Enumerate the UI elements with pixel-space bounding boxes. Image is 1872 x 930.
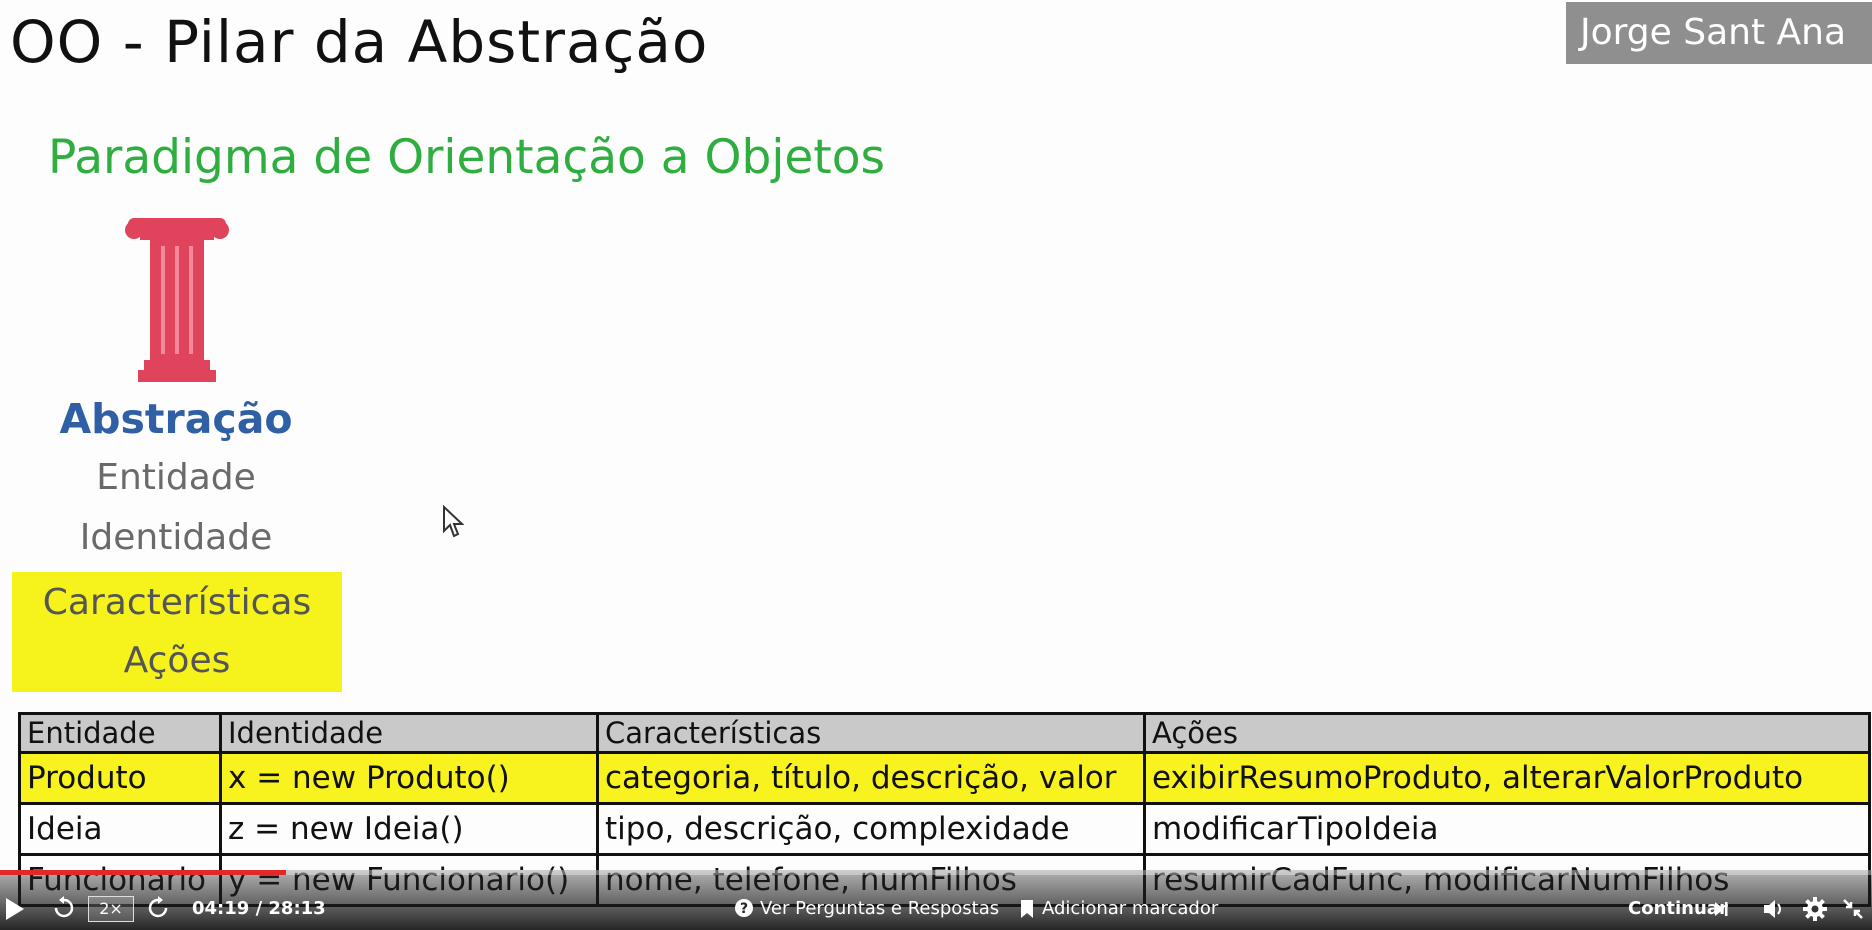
table-header-row: Entidade Identidade Características Açõe… [18, 712, 1871, 754]
pillar-item-caracteristicas: Características [42, 582, 312, 623]
pillar-list: Abstração Entidade Identidade [0, 390, 352, 568]
table-cell: z = new Ideia() [219, 802, 599, 856]
slide-subtitle: Paradigma de Orientação a Objetos [48, 130, 885, 185]
table-cell: categoria, título, descrição, valor [596, 751, 1146, 805]
table-header: Ações [1143, 712, 1871, 754]
table-header: Entidade [18, 712, 222, 754]
continue-button[interactable]: Continuar [1628, 896, 1728, 922]
table-cell: tipo, descrição, complexidade [596, 802, 1146, 856]
volume-icon[interactable] [1762, 898, 1786, 920]
speed-button[interactable]: 2× [88, 896, 134, 922]
highlighted-items: Características Ações [12, 574, 342, 690]
author-badge: Jorge Sant Ana [1566, 2, 1872, 64]
rewind-icon[interactable] [52, 896, 76, 920]
pillar-main-label: Abstração [59, 395, 293, 443]
video-frame: OO - Pilar da Abstração Jorge Sant Ana P… [0, 0, 1872, 930]
bookmark-button[interactable]: Adicionar marcador [1042, 896, 1218, 922]
table-header: Identidade [219, 712, 599, 754]
table-header: Características [596, 712, 1146, 754]
time-display: 04:19 / 28:13 [192, 898, 326, 919]
qa-button[interactable]: Ver Perguntas e Respostas [760, 896, 999, 922]
play-icon[interactable] [4, 896, 26, 922]
table-row: Produto x = new Produto() categoria, tít… [18, 751, 1871, 805]
forward-icon[interactable] [146, 896, 170, 920]
question-icon: ? [735, 899, 753, 917]
progress-bar[interactable] [0, 870, 1872, 875]
gear-icon[interactable] [1802, 896, 1828, 922]
pillar-icon [125, 218, 229, 382]
pillar-item-acoes: Ações [123, 640, 231, 681]
progress-fill [0, 870, 287, 875]
table-cell: Ideia [18, 802, 222, 856]
svg-text:?: ? [740, 901, 748, 917]
pillar-item-identidade: Identidade [79, 517, 273, 558]
table-row: Ideia z = new Ideia() tipo, descrição, c… [18, 802, 1871, 856]
table-cell: Produto [18, 751, 222, 805]
pillar-item-entidade: Entidade [96, 457, 256, 498]
skip-next-icon[interactable] [1714, 901, 1728, 917]
table-cell: exibirResumoProduto, alterarValorProduto [1143, 751, 1871, 805]
table-cell: x = new Produto() [219, 751, 599, 805]
bookmark-icon [1021, 900, 1033, 918]
mouse-cursor-icon [443, 505, 464, 538]
player-controls: 2× 04:19 / 28:13 ? Ver Perguntas e Respo… [0, 870, 1872, 930]
exit-fullscreen-icon[interactable] [1842, 898, 1864, 920]
slide-title: OO - Pilar da Abstração [10, 8, 709, 76]
table-cell: modificarTipoIdeia [1143, 802, 1871, 856]
